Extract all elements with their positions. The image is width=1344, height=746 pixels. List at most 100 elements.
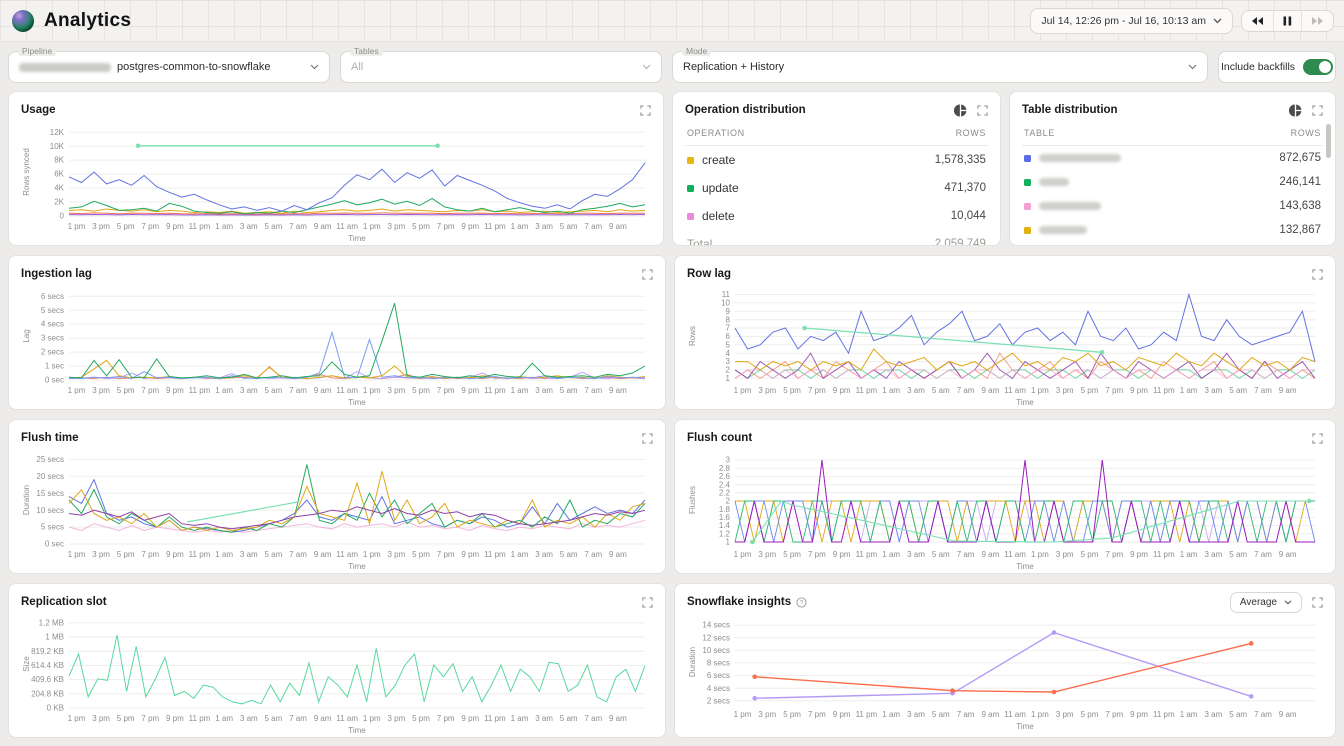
svg-text:9 am: 9 am: [1279, 386, 1297, 395]
svg-text:1 am: 1 am: [1180, 550, 1198, 559]
replication-slot-chart[interactable]: 0 KB204.8 KB409.6 KB614.4 KB819.2 KB1 MB…: [21, 614, 653, 736]
card-title: Usage: [21, 104, 56, 116]
tables-select[interactable]: Tables All: [340, 51, 662, 83]
usage-card: Usage 02K4K6K8K10K12K1 pm3 pm5 pm7 pm9 p…: [8, 91, 664, 246]
svg-text:9 am: 9 am: [314, 714, 332, 723]
expand-button[interactable]: [1312, 269, 1323, 280]
pause-button[interactable]: [1273, 11, 1301, 31]
svg-text:9: 9: [726, 307, 731, 316]
svg-text:7 pm: 7 pm: [141, 550, 159, 559]
tables-label: Tables: [350, 46, 383, 56]
expand-button[interactable]: [642, 269, 653, 280]
aggregate-select[interactable]: Average: [1230, 592, 1302, 613]
svg-text:7 am: 7 am: [584, 714, 602, 723]
table-row[interactable]: 132,867: [1022, 218, 1323, 242]
svg-text:3: 3: [726, 456, 731, 465]
chevron-down-icon: [310, 64, 319, 70]
column-header-operation: OPERATION: [687, 128, 745, 138]
include-backfills-toggle[interactable]: [1303, 59, 1333, 75]
svg-text:Flushes: Flushes: [688, 486, 697, 514]
help-icon[interactable]: ?: [796, 597, 807, 608]
snowflake-insights-chart[interactable]: 2 secs4 secs6 secs8 secs10 secs12 secs14…: [687, 614, 1323, 732]
svg-text:11 am: 11 am: [336, 386, 358, 395]
svg-text:Time: Time: [1016, 398, 1034, 407]
svg-text:5 am: 5 am: [265, 386, 283, 395]
svg-text:1 am: 1 am: [511, 222, 529, 231]
expand-button[interactable]: [1312, 105, 1323, 116]
column-header-rows: ROWS: [1291, 128, 1321, 138]
table-row[interactable]: 143,638: [1022, 194, 1323, 218]
svg-text:4 secs: 4 secs: [707, 684, 730, 693]
ingestion-lag-chart[interactable]: 0 sec1 sec2 secs3 secs4 secs5 secs6 secs…: [21, 286, 653, 408]
svg-text:11 pm: 11 pm: [484, 386, 506, 395]
svg-text:5 am: 5 am: [1229, 550, 1247, 559]
pie-chart-toggle-button[interactable]: [954, 104, 967, 117]
svg-text:3 am: 3 am: [535, 222, 553, 231]
operation-row[interactable]: delete10,044: [685, 202, 988, 230]
svg-text:3 pm: 3 pm: [92, 222, 110, 231]
svg-text:Time: Time: [348, 726, 366, 735]
svg-text:1 am: 1 am: [882, 550, 900, 559]
date-range-picker[interactable]: Jul 14, 12:26 pm - Jul 16, 10:13 am: [1030, 8, 1233, 34]
svg-text:7 pm: 7 pm: [808, 386, 826, 395]
fast-forward-button[interactable]: [1301, 11, 1333, 31]
flush-count-chart[interactable]: 11.21.41.61.822.22.42.62.831 pm3 pm5 pm7…: [687, 450, 1323, 572]
rewind-button[interactable]: [1242, 11, 1273, 31]
svg-text:3 am: 3 am: [907, 386, 925, 395]
svg-text:0 sec: 0 sec: [45, 376, 64, 385]
svg-text:2: 2: [726, 497, 731, 506]
svg-text:3 am: 3 am: [1205, 710, 1223, 719]
svg-text:5 secs: 5 secs: [41, 306, 64, 315]
svg-text:3 pm: 3 pm: [388, 222, 406, 231]
expand-button[interactable]: [642, 597, 653, 608]
table-row[interactable]: 872,675: [1022, 146, 1323, 170]
svg-text:204.8 KB: 204.8 KB: [31, 689, 64, 698]
operation-row[interactable]: create1,578,335: [685, 146, 988, 174]
expand-button[interactable]: [977, 105, 988, 116]
svg-text:3 am: 3 am: [240, 222, 258, 231]
svg-text:11 pm: 11 pm: [1153, 710, 1175, 719]
row-lag-chart[interactable]: 12345678910111 pm3 pm5 pm7 pm9 pm11 pm1 …: [687, 286, 1323, 408]
svg-text:7 am: 7 am: [289, 714, 307, 723]
expand-icon: [640, 105, 651, 116]
expand-button[interactable]: [640, 105, 651, 116]
svg-text:7 am: 7 am: [957, 386, 975, 395]
svg-text:1 sec: 1 sec: [45, 362, 64, 371]
svg-text:3 pm: 3 pm: [92, 550, 110, 559]
svg-text:1 pm: 1 pm: [734, 710, 752, 719]
svg-text:5 am: 5 am: [265, 222, 283, 231]
svg-text:1: 1: [726, 374, 731, 383]
svg-text:9 pm: 9 pm: [461, 386, 479, 395]
svg-text:7 pm: 7 pm: [141, 222, 159, 231]
series-color-swatch: [687, 185, 694, 192]
expand-button[interactable]: [1312, 597, 1323, 608]
svg-text:7 am: 7 am: [1254, 386, 1272, 395]
table-row[interactable]: 84,567: [1022, 242, 1323, 246]
svg-text:1 am: 1 am: [1180, 386, 1198, 395]
svg-text:1 pm: 1 pm: [68, 714, 86, 723]
mode-select[interactable]: Mode Replication + History: [672, 51, 1208, 83]
svg-text:5 am: 5 am: [932, 710, 950, 719]
redacted-table-name: [1039, 226, 1087, 234]
table-row[interactable]: 246,141: [1022, 170, 1323, 194]
pipeline-select[interactable]: Pipeline postgres-common-to-snowflake: [8, 51, 330, 83]
svg-text:9 pm: 9 pm: [1130, 710, 1148, 719]
mode-value: Replication + History: [683, 61, 1188, 73]
svg-text:25 secs: 25 secs: [36, 455, 64, 464]
svg-text:11 pm: 11 pm: [856, 386, 878, 395]
svg-text:1 pm: 1 pm: [68, 386, 86, 395]
expand-button[interactable]: [1312, 433, 1323, 444]
usage-chart[interactable]: 02K4K6K8K10K12K1 pm3 pm5 pm7 pm9 pm11 pm…: [21, 122, 653, 244]
flush-time-chart[interactable]: 0 sec5 secs10 secs15 secs20 secs25 secs1…: [21, 450, 653, 572]
expand-button[interactable]: [642, 433, 653, 444]
svg-text:6 secs: 6 secs: [707, 671, 730, 680]
pie-chart-icon: [1289, 104, 1302, 117]
svg-text:Lag: Lag: [22, 329, 31, 342]
pie-chart-toggle-button[interactable]: [1289, 104, 1302, 117]
snowflake-insights-card: Snowflake insights ? Average 2 secs4 sec…: [674, 583, 1336, 738]
svg-text:2.4: 2.4: [719, 480, 731, 489]
svg-text:11 pm: 11 pm: [1153, 550, 1175, 559]
operation-row[interactable]: update471,370: [685, 174, 988, 202]
scrollbar-thumb[interactable]: [1326, 124, 1331, 158]
svg-text:1 pm: 1 pm: [363, 386, 381, 395]
